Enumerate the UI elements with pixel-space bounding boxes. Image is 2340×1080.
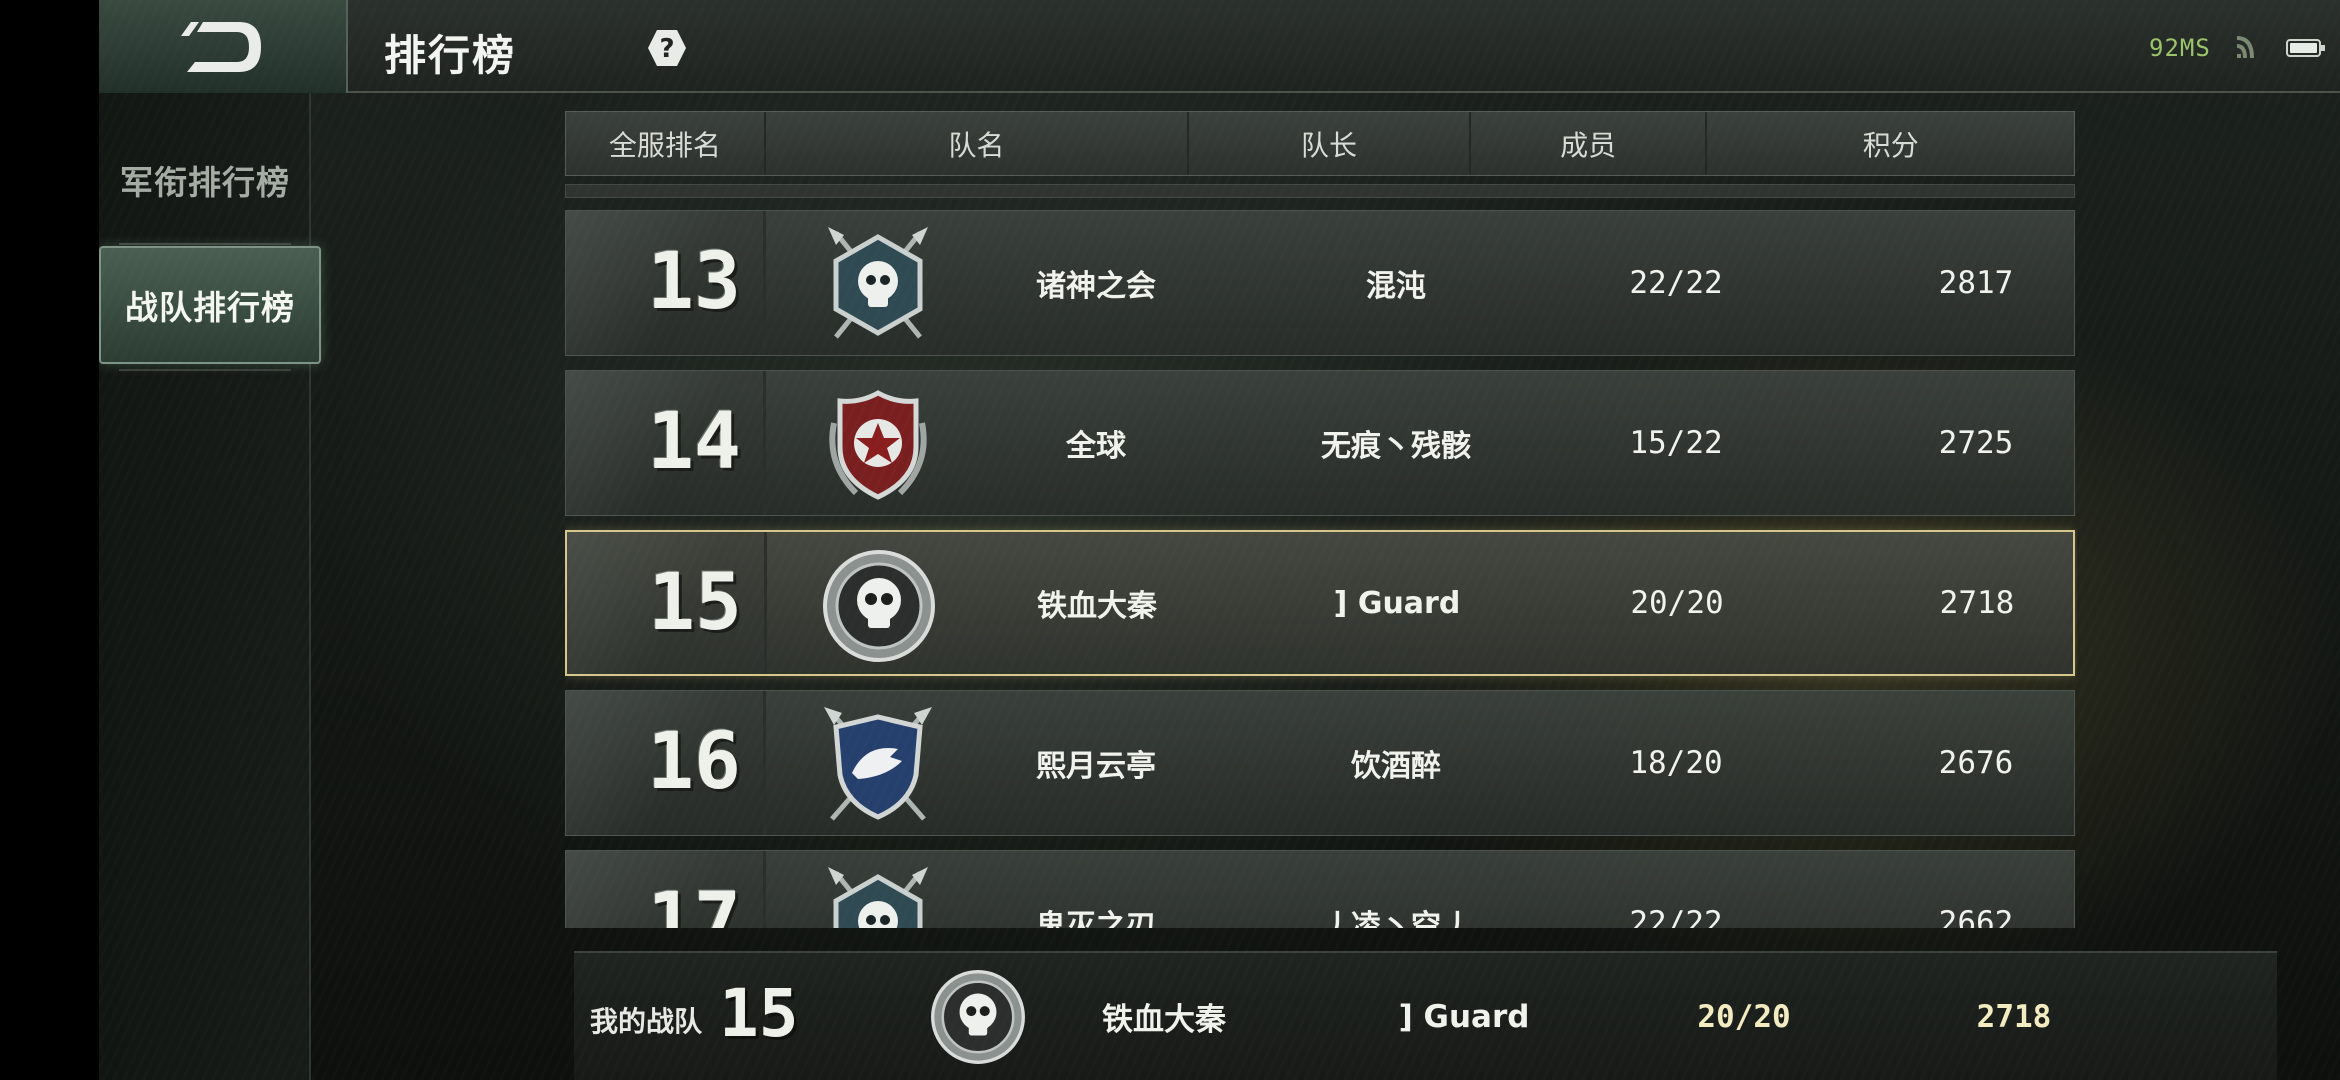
sidebar-item-label: 军衔排行榜 (120, 163, 290, 202)
sidebar-divider (119, 369, 291, 371)
team-score: 2718 (1939, 585, 2015, 621)
team-name: 诸神之会 (1036, 269, 1156, 304)
rank-cell: 17 (566, 851, 766, 928)
team-name: 熙月云亭 (1036, 749, 1156, 784)
my-team-bar[interactable]: 我的战队 15 铁血大秦 ] Guard 20/20 2718 (574, 951, 2277, 1080)
rank-number: 16 (647, 717, 741, 807)
table-header: 全服排名 队名 队长 成员 积分 (565, 111, 2075, 176)
column-header-score: 积分 (1862, 128, 1919, 162)
table-row[interactable]: 16 熙月云亭 饮酒醉 18/20 2676 (565, 690, 2075, 836)
skull-axes-emblem-icon (828, 227, 928, 339)
table-row[interactable]: 17 鬼灭之刃 丿凌丶空丿 22/22 2662 (565, 850, 2075, 928)
sidebar-item-team-leaderboard[interactable]: 战队排行榜 (99, 246, 321, 364)
my-team-members: 20/20 (1697, 998, 1791, 1035)
column-header-leader: 队长 (1189, 112, 1471, 175)
svg-text:?: ? (659, 34, 674, 64)
team-name: 全球 (1066, 429, 1126, 464)
ping-readout: 92MS (2149, 34, 2211, 62)
team-score: 2725 (1938, 425, 2014, 461)
rank-cell: 13 (566, 211, 766, 355)
help-button[interactable]: ? (647, 28, 687, 68)
battery-icon (2286, 39, 2325, 57)
my-team-rank: 15 (719, 975, 799, 1052)
table-row[interactable]: 13 诸神之会 混沌 22/22 2817 (565, 210, 2075, 356)
team-members: 22/22 (1629, 265, 1723, 301)
my-team-leader: ] Guard (1398, 998, 1530, 1035)
skull-medallion-emblem-icon (931, 970, 1025, 1064)
rank-number: 15 (648, 558, 742, 648)
sidebar-item-rank-leaderboard[interactable]: 军衔排行榜 (99, 121, 311, 239)
my-team-name: 铁血大秦 (1102, 1002, 1226, 1038)
game-screen: 排行榜 ? 92MS 军衔排行榜 战队排行榜 全服排名 队名 队长 成员 积分 … (99, 0, 2340, 1080)
table-row-highlighted[interactable]: 15 铁血大秦 ] Guard 20/20 2718 (565, 530, 2075, 676)
column-header-rank: 全服排名 (566, 112, 766, 175)
back-arrow-icon (180, 21, 261, 72)
rank-number: 17 (647, 877, 741, 928)
back-button[interactable] (99, 0, 348, 93)
skull-axes-emblem-icon (828, 867, 928, 928)
team-score: 2817 (1938, 265, 2014, 301)
column-header-team-name: 队名 (766, 112, 1190, 175)
list-top-edge (565, 184, 2075, 198)
red-star-shield-emblem-icon (829, 390, 927, 500)
page-title: 排行榜 (384, 31, 517, 80)
rank-cell: 16 (566, 691, 766, 835)
table-row[interactable]: 14 全球 无痕丶残骸 15/22 2725 (565, 370, 2075, 516)
question-icon: ? (648, 30, 686, 66)
team-leader: 混沌 (1366, 269, 1426, 304)
team-score: 2662 (1938, 905, 2014, 928)
team-name: 铁血大秦 (1037, 589, 1157, 624)
team-members: 18/20 (1629, 745, 1723, 781)
rank-cell: 14 (566, 371, 766, 515)
top-bar: 排行榜 ? 92MS (99, 0, 2340, 93)
sidebar: 军衔排行榜 战队排行榜 (99, 93, 321, 1080)
sidebar-divider (119, 243, 291, 245)
column-header-members: 成员 (1471, 112, 1708, 175)
rank-cell: 15 (567, 532, 767, 674)
team-score: 2676 (1938, 745, 2014, 781)
my-team-score: 2718 (1976, 998, 2052, 1035)
shark-shield-emblem-icon (824, 707, 932, 821)
team-leader: 无痕丶残骸 (1321, 429, 1471, 464)
team-members: 20/20 (1630, 585, 1724, 621)
skull-medallion-emblem-icon (823, 550, 935, 662)
team-members: 15/22 (1629, 425, 1723, 461)
team-leader: 饮酒醉 (1351, 749, 1441, 784)
team-leader: 丿凌丶空丿 (1321, 909, 1471, 928)
signal-icon (2237, 36, 2254, 58)
rank-number: 14 (647, 397, 741, 487)
sidebar-item-label: 战队排行榜 (125, 288, 295, 327)
leaderboard-list[interactable]: 13 诸神之会 混沌 22/22 2817 14 全球 无痕丶残骸 15/22 … (565, 206, 2077, 928)
team-leader: ] Guard (1333, 585, 1461, 621)
rank-number: 13 (647, 237, 741, 327)
team-members: 22/22 (1629, 905, 1723, 928)
team-name: 鬼灭之刃 (1036, 909, 1156, 928)
my-team-label: 我的战队 (590, 1005, 703, 1038)
